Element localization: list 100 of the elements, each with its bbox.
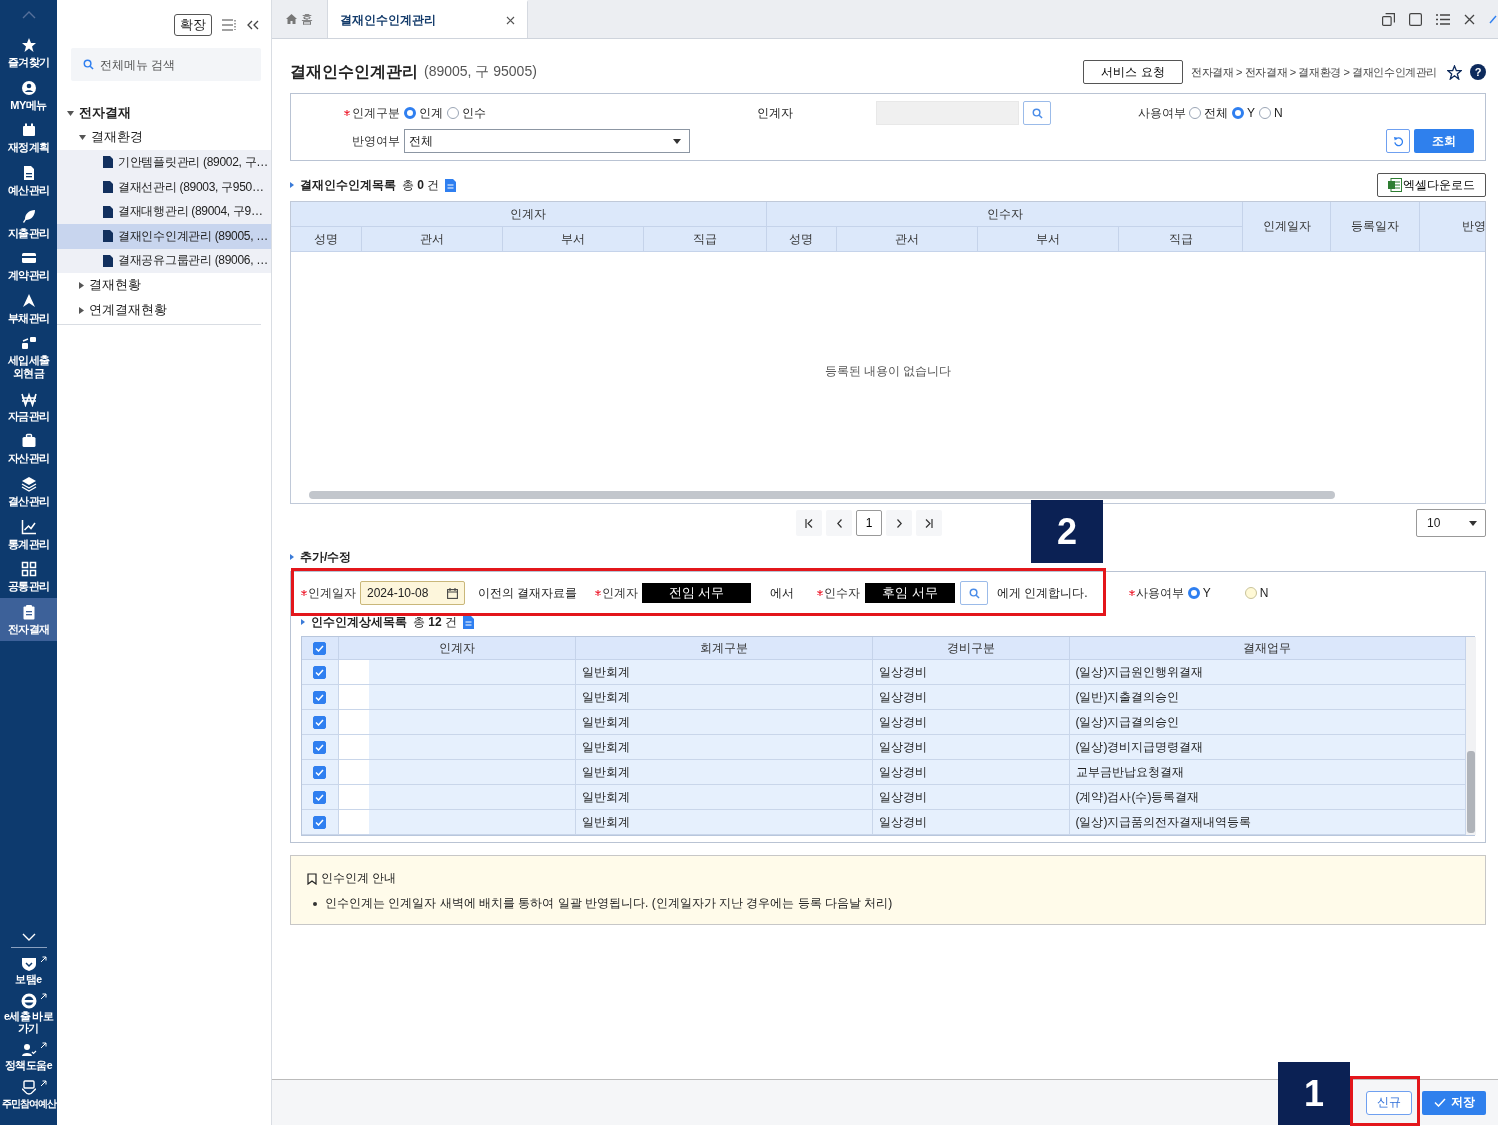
- tree-folder[interactable]: 결재현황: [89, 276, 141, 294]
- document-icon: [103, 181, 113, 194]
- checkbox[interactable]: [313, 666, 327, 680]
- tree-folder[interactable]: 결재환경: [91, 129, 143, 147]
- rail-item[interactable]: 세입세출 외현금: [0, 329, 57, 385]
- form-text: 에게 인계합니다.: [997, 584, 1088, 602]
- save-button[interactable]: 저장: [1422, 1090, 1486, 1115]
- list-icon[interactable]: [1436, 13, 1450, 25]
- help-button[interactable]: ?: [1470, 64, 1486, 80]
- expand-icon[interactable]: [79, 281, 84, 289]
- next-page-button[interactable]: [886, 510, 912, 536]
- tree-item[interactable]: 결재인수인계관리 (89005, …: [57, 223, 271, 249]
- search-icon: [1031, 107, 1043, 119]
- radio-button[interactable]: [404, 107, 416, 119]
- rail-link[interactable]: 주민참여예산: [0, 1080, 57, 1109]
- maximize-icon[interactable]: [1409, 12, 1422, 26]
- tree-folder[interactable]: 전자결재: [79, 104, 131, 122]
- service-request-button[interactable]: 서비스 요청: [1083, 60, 1183, 84]
- column-header: 부서: [502, 226, 644, 252]
- redaction-block: [338, 710, 369, 734]
- tree-item[interactable]: 결재선관리 (89003, 구950…: [57, 174, 271, 200]
- page-size-select[interactable]: 10: [1416, 509, 1486, 537]
- rail-link[interactable]: 정책도움e: [0, 1042, 57, 1072]
- checkbox[interactable]: [313, 766, 327, 780]
- tree-folder[interactable]: 연계결재현황: [89, 301, 167, 319]
- column-header: 인계자: [338, 637, 575, 660]
- giver-field[interactable]: 전임 서무: [642, 583, 751, 603]
- rail-item[interactable]: 재정계획: [0, 116, 57, 159]
- table-cell: (일상)경비지급명령결재: [1069, 734, 1465, 760]
- new-button[interactable]: 신규: [1366, 1090, 1412, 1115]
- expand-icon[interactable]: [67, 110, 74, 116]
- menu-search-field[interactable]: 전체메뉴 검색: [71, 48, 261, 81]
- first-page-button[interactable]: [796, 510, 822, 536]
- tree-item[interactable]: 결재공유그룹관리 (89006, …: [57, 248, 271, 274]
- previous-page-button[interactable]: [826, 510, 852, 536]
- excel-download-button[interactable]: 엑셀다운로드: [1377, 173, 1486, 197]
- scrollbar[interactable]: [1466, 751, 1475, 833]
- document-icon[interactable]: [463, 615, 475, 629]
- search-button[interactable]: [960, 581, 988, 605]
- reflect-select[interactable]: 전체: [404, 129, 690, 153]
- star-icon[interactable]: [1447, 64, 1462, 80]
- scroll-down-icon[interactable]: [21, 932, 36, 941]
- rail-item[interactable]: 결산관리: [0, 470, 57, 513]
- radio-button[interactable]: [1187, 587, 1200, 599]
- scroll-up-icon[interactable]: [21, 11, 36, 19]
- checkbox[interactable]: [313, 716, 327, 730]
- expand-icon[interactable]: [79, 306, 84, 314]
- calendar-icon: [447, 587, 458, 599]
- hands-box-icon: [20, 1080, 37, 1096]
- table-cell: 일상경비: [872, 809, 1069, 835]
- callout-badge: 2: [1031, 500, 1103, 563]
- radio-button[interactable]: [447, 107, 459, 119]
- scrollbar[interactable]: [309, 491, 1335, 499]
- checkbox[interactable]: [313, 741, 327, 755]
- checkbox[interactable]: [313, 642, 327, 656]
- table-cell: 일상경비: [872, 759, 1069, 785]
- rail-link[interactable]: e세출 바로가기: [0, 993, 57, 1035]
- receiver-field[interactable]: 후임 서무: [865, 583, 955, 603]
- rail-item[interactable]: 계약관리: [0, 244, 57, 287]
- column-header: 관서: [836, 226, 978, 252]
- expand-icon[interactable]: [79, 135, 86, 141]
- search-button[interactable]: 조회: [1414, 129, 1474, 153]
- radio-button[interactable]: [1259, 107, 1271, 119]
- rail-item[interactable]: 지출관리: [0, 201, 57, 245]
- search-button[interactable]: [1023, 101, 1051, 125]
- rail-link[interactable]: 보탬e: [0, 955, 57, 986]
- redaction-block: [338, 810, 369, 834]
- rail-item[interactable]: 자산관리: [0, 427, 57, 471]
- close-icon[interactable]: [506, 15, 515, 25]
- refresh-icon: [1392, 135, 1404, 147]
- rail-item[interactable]: 공통관리: [0, 555, 57, 598]
- section-title: 추가/수정: [300, 548, 352, 566]
- close-icon[interactable]: [1464, 13, 1475, 25]
- expand-button[interactable]: 확장: [174, 14, 212, 36]
- reset-button[interactable]: [1386, 129, 1410, 153]
- rail-item[interactable]: MY메뉴: [0, 73, 57, 117]
- calendar-icon: [20, 122, 37, 139]
- page-button[interactable]: 1: [856, 510, 882, 536]
- rail-item[interactable]: 즐겨찾기: [0, 31, 57, 74]
- checkbox[interactable]: [313, 791, 327, 805]
- checkbox[interactable]: [313, 816, 327, 830]
- rail-item[interactable]: 통계관리: [0, 512, 57, 556]
- tab[interactable]: 결재인수인계관리: [328, 0, 528, 38]
- radio-button[interactable]: [1244, 587, 1257, 599]
- last-page-button[interactable]: [916, 510, 942, 536]
- tree-item[interactable]: 기안템플릿관리 (89002, 구…: [57, 150, 271, 175]
- copy-icon[interactable]: [1382, 12, 1395, 26]
- tree-item[interactable]: 결재대행관리 (89004, 구9…: [57, 199, 271, 224]
- field-label: 인계자: [757, 104, 794, 122]
- rail-item[interactable]: 부채관리: [0, 286, 57, 330]
- date-field[interactable]: 2024-10-08: [360, 581, 465, 605]
- document-icon[interactable]: [445, 178, 457, 192]
- radio-button[interactable]: [1189, 107, 1201, 119]
- checkbox[interactable]: [313, 691, 327, 705]
- rail-item[interactable]: 자금관리: [0, 384, 57, 428]
- rail-item[interactable]: 전자결재: [0, 597, 57, 641]
- radio-button[interactable]: [1232, 107, 1244, 119]
- radio-label: N: [1274, 106, 1283, 120]
- rail-item[interactable]: 예산관리: [0, 158, 57, 202]
- collapse-icon[interactable]: [247, 20, 259, 30]
